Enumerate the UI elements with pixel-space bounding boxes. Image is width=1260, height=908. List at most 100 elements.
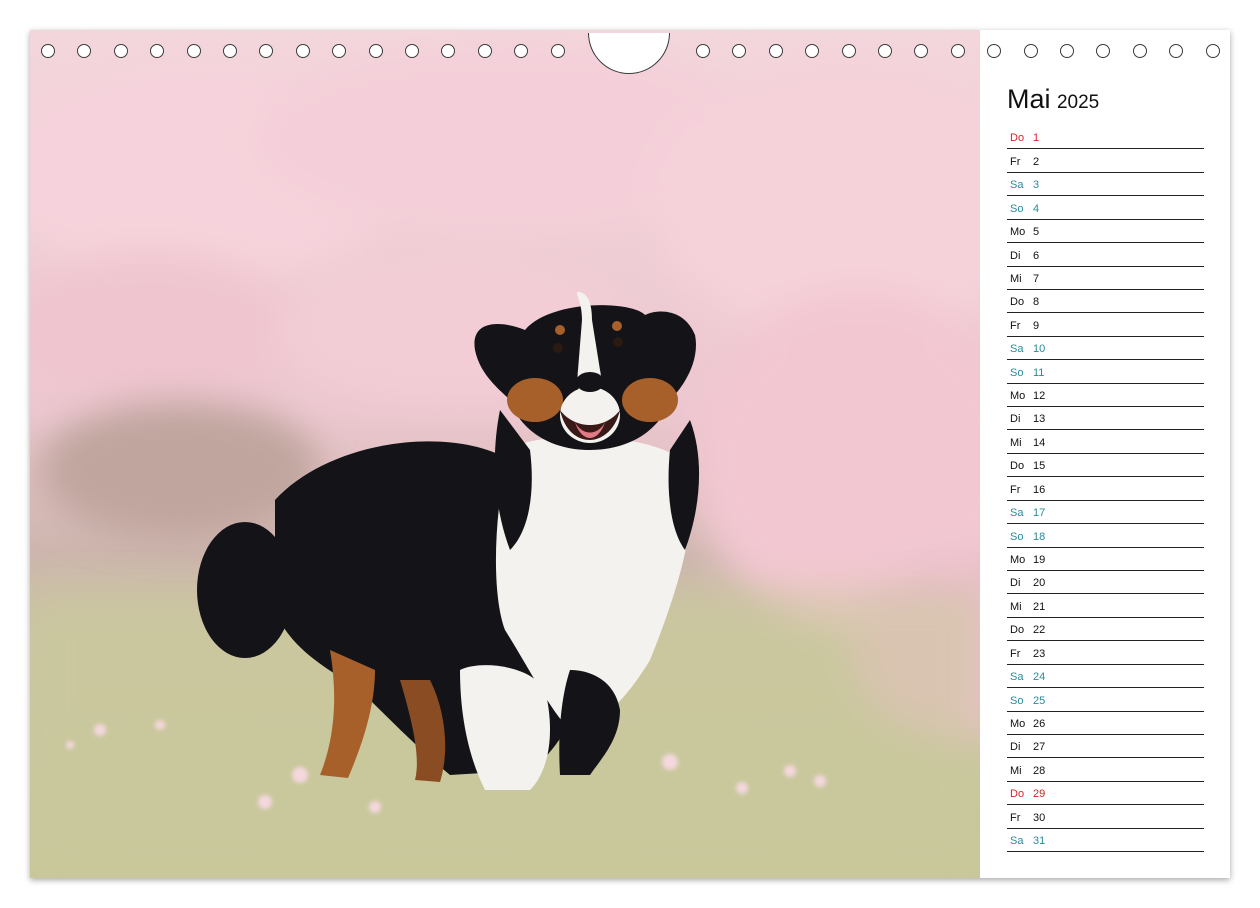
- weekday-label: Mo: [1010, 717, 1026, 730]
- day-number: 18: [1033, 530, 1046, 543]
- month-title: Mai 2025: [1007, 84, 1099, 115]
- day-row: Do 15: [1007, 454, 1204, 478]
- weekday-label: Do: [1010, 624, 1025, 637]
- day-number: 17: [1033, 507, 1046, 520]
- day-number: 11: [1033, 366, 1045, 379]
- weekday-label: Mo: [1010, 554, 1026, 567]
- weekday-label: Di: [1010, 249, 1021, 262]
- day-number: 15: [1033, 460, 1046, 473]
- day-number: 13: [1033, 413, 1046, 426]
- day-number: 30: [1033, 811, 1046, 824]
- day-row: Fr 23: [1007, 641, 1204, 665]
- weekday-label: Sa: [1010, 507, 1024, 520]
- day-row: Mo 12: [1007, 384, 1204, 408]
- day-row: Do 1: [1007, 126, 1204, 150]
- day-number: 9: [1033, 319, 1040, 332]
- weekday-label: Do: [1010, 296, 1025, 309]
- dog-photo-illustration: [30, 30, 980, 878]
- weekday-label: So: [1010, 530, 1024, 543]
- weekday-label: Do: [1010, 788, 1025, 801]
- day-row: Mi 21: [1007, 594, 1204, 618]
- weekday-label: Mi: [1010, 600, 1022, 613]
- day-number: 5: [1033, 226, 1040, 239]
- weekday-label: So: [1010, 202, 1024, 215]
- day-number: 20: [1033, 577, 1046, 590]
- day-row: Mo 19: [1007, 548, 1204, 572]
- day-row: Sa 3: [1007, 173, 1204, 197]
- day-list: Do 1 Fr 2 Sa 3 So 4 Mo 5 Di 6 Mi 7 Do 8 Fr 9 Sa 10 So 11 Mo 12 D…: [1007, 126, 1204, 853]
- day-row: Do 8: [1007, 290, 1204, 314]
- day-number: 23: [1033, 647, 1046, 660]
- weekday-label: Mo: [1010, 390, 1026, 403]
- day-number: 26: [1033, 717, 1046, 730]
- weekday-label: Mi: [1010, 436, 1022, 449]
- weekday-label: Fr: [1010, 647, 1021, 660]
- weekday-label: Fr: [1010, 155, 1021, 168]
- weekday-label: Di: [1010, 741, 1021, 754]
- day-row: Di 6: [1007, 243, 1204, 267]
- day-row: Di 27: [1007, 735, 1204, 759]
- day-row: Sa 31: [1007, 829, 1204, 853]
- weekday-label: Fr: [1010, 319, 1021, 332]
- dog-photo: [30, 30, 980, 878]
- day-number: 22: [1033, 624, 1046, 637]
- day-row: Mo 26: [1007, 712, 1204, 735]
- weekday-label: Do: [1010, 132, 1025, 145]
- weekday-label: Do: [1010, 460, 1025, 473]
- day-row: So 11: [1007, 360, 1204, 384]
- weekday-label: Mo: [1010, 226, 1026, 239]
- month-name: Mai: [1007, 84, 1051, 114]
- day-number: 31: [1033, 835, 1046, 848]
- day-row: Mo 5: [1007, 220, 1204, 244]
- day-number: 12: [1033, 390, 1046, 403]
- day-row: Fr 2: [1007, 149, 1204, 173]
- day-number: 3: [1033, 179, 1040, 192]
- day-row: Fr 30: [1007, 805, 1204, 829]
- day-number: 4: [1033, 202, 1040, 215]
- day-number: 10: [1033, 343, 1046, 356]
- day-row: Mi 28: [1007, 758, 1204, 782]
- weekday-label: Fr: [1010, 811, 1021, 824]
- weekday-label: Fr: [1010, 483, 1021, 496]
- day-number: 19: [1033, 554, 1046, 567]
- day-row: Sa 24: [1007, 665, 1204, 689]
- day-row: Fr 16: [1007, 477, 1204, 501]
- calendar-page: Mai 2025 Do 1 Fr 2 Sa 3 So 4 Mo 5 Di 6 Mi 7 Do 8 Fr 9 Sa 10…: [30, 30, 1230, 878]
- day-row: Sa 10: [1007, 337, 1204, 361]
- day-number: 28: [1033, 764, 1046, 777]
- day-row: Di 13: [1007, 407, 1204, 431]
- day-number: 27: [1033, 741, 1046, 754]
- weekday-label: Di: [1010, 577, 1021, 590]
- day-number: 6: [1033, 249, 1040, 262]
- day-row: Fr 9: [1007, 313, 1204, 337]
- weekday-label: Mi: [1010, 764, 1022, 777]
- day-row: Di 20: [1007, 571, 1204, 595]
- weekday-label: Mi: [1010, 272, 1022, 285]
- weekday-label: Sa: [1010, 671, 1024, 684]
- weekday-label: Sa: [1010, 343, 1024, 356]
- day-number: 25: [1033, 694, 1046, 707]
- year: 2025: [1056, 92, 1100, 113]
- weekday-label: So: [1010, 694, 1024, 707]
- day-number: 21: [1033, 600, 1046, 613]
- day-number: 2: [1033, 155, 1040, 168]
- day-number: 7: [1033, 272, 1040, 285]
- day-row: Do 22: [1007, 618, 1204, 642]
- day-number: 8: [1033, 296, 1040, 309]
- weekday-label: So: [1010, 366, 1024, 379]
- day-number: 29: [1033, 788, 1046, 801]
- weekday-label: Sa: [1010, 835, 1024, 848]
- day-number: 24: [1033, 671, 1046, 684]
- calendar-panel: Mai 2025 Do 1 Fr 2 Sa 3 So 4 Mo 5 Di 6 Mi 7 Do 8 Fr 9 Sa 10…: [980, 30, 1230, 878]
- day-row: So 18: [1007, 524, 1204, 548]
- day-row: So 25: [1007, 688, 1204, 712]
- day-row: Mi 14: [1007, 430, 1204, 454]
- day-row: So 4: [1007, 196, 1204, 220]
- day-row: Mi 7: [1007, 267, 1204, 290]
- day-row: Sa 17: [1007, 501, 1204, 525]
- day-number: 16: [1033, 483, 1046, 496]
- day-number: 1: [1033, 132, 1040, 145]
- weekday-label: Di: [1010, 413, 1021, 426]
- weekday-label: Sa: [1010, 179, 1024, 192]
- day-number: 14: [1033, 436, 1046, 449]
